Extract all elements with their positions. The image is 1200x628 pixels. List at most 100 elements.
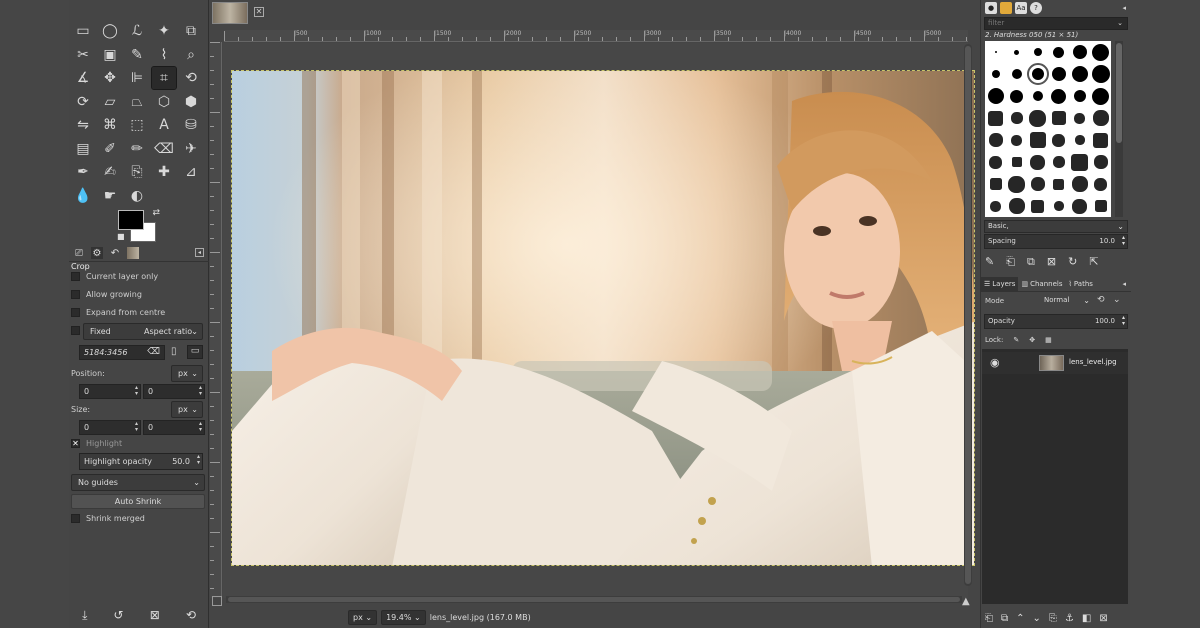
expand-from-centre-checkbox[interactable] <box>71 308 80 317</box>
vertical-ruler[interactable] <box>210 42 222 598</box>
undo-history-tab-icon[interactable]: ↶ <box>109 247 121 259</box>
brush-preview[interactable] <box>1008 175 1025 193</box>
new-layer-icon[interactable]: ⎗ <box>985 613 993 624</box>
brush-preview[interactable] <box>988 133 1003 147</box>
unit-select[interactable]: px ⌄ <box>348 610 378 625</box>
fg-bg-colors[interactable]: ⇄ ■ <box>117 208 160 242</box>
brush-preview[interactable] <box>1071 176 1088 192</box>
dock-menu-icon[interactable]: ◂ <box>1122 280 1126 288</box>
flip-icon[interactable]: ⇋ <box>71 114 95 136</box>
expand-from-centre-option[interactable]: Expand from centre <box>71 308 205 317</box>
size-unit-select[interactable]: px ⌄ <box>171 401 203 418</box>
brush-preview[interactable] <box>1093 155 1108 169</box>
paths-icon[interactable]: ✎ <box>125 44 149 66</box>
brush-preview[interactable] <box>1092 110 1109 126</box>
brush-preview[interactable] <box>1053 201 1064 211</box>
brush-scrollbar[interactable] <box>1115 41 1123 217</box>
3d-transform-icon[interactable]: ⬡ <box>152 91 176 113</box>
allow-growing-checkbox[interactable] <box>71 290 80 299</box>
spin-arrows-icon[interactable]: ▴ ▾ <box>199 421 202 433</box>
lock-position-icon[interactable]: ✥ <box>1029 336 1035 344</box>
free-select-icon[interactable]: ℒ <box>125 20 149 42</box>
brush-preview[interactable] <box>1029 109 1046 127</box>
fonts-tab-icon[interactable]: Aa <box>1015 2 1027 14</box>
foreground-select-icon[interactable]: ▣ <box>98 44 122 66</box>
vertical-scrollbar[interactable] <box>964 44 972 586</box>
brush-preview[interactable] <box>1093 132 1108 148</box>
lock-pixels-icon[interactable]: ✎ <box>1013 336 1019 344</box>
brush-preview[interactable] <box>1094 200 1107 212</box>
fixed-mode-select[interactable]: Fixed Aspect ratio ⌄ <box>83 323 203 340</box>
auto-shrink-button[interactable]: Auto Shrink <box>71 494 205 509</box>
smudge-icon[interactable]: ☛ <box>98 185 122 207</box>
brush-preview[interactable] <box>988 110 1003 126</box>
brush-preview[interactable] <box>1071 66 1088 82</box>
close-icon[interactable]: ✕ <box>254 7 264 17</box>
chevron-down-icon[interactable]: ⌄ <box>1113 295 1121 305</box>
ratio-field[interactable]: 5184:3456 ⌫ <box>79 345 165 360</box>
brush-preview[interactable] <box>989 178 1002 190</box>
perspective-icon[interactable]: ⏢ <box>125 91 149 113</box>
image-tab-thumbnail[interactable] <box>212 2 248 24</box>
move-icon[interactable]: ✥ <box>98 67 122 89</box>
tab-layers[interactable]: ☰ Layers <box>981 277 1019 291</box>
canvas-area[interactable] <box>223 43 975 598</box>
brush-preview[interactable] <box>1094 177 1107 191</box>
brush-preview[interactable] <box>1052 156 1065 168</box>
new-group-icon[interactable]: ⧉ <box>1001 613 1008 624</box>
brush-preview[interactable] <box>1010 112 1023 124</box>
spin-arrows-icon[interactable]: ▴ ▾ <box>197 454 200 466</box>
spin-arrows-icon[interactable]: ▴ ▾ <box>199 385 202 397</box>
help-tab-icon[interactable]: ? <box>1030 2 1042 14</box>
brush-preview[interactable] <box>1074 112 1085 124</box>
guides-select[interactable]: No guides ⌄ <box>71 474 205 491</box>
align-icon[interactable]: ⊫ <box>125 67 149 89</box>
brush-preview[interactable] <box>1053 178 1064 190</box>
pencil-icon[interactable]: ✏ <box>125 138 149 160</box>
highlight-opacity-slider[interactable]: Highlight opacity 50.0 ▴ ▾ <box>79 453 203 470</box>
swap-colors-icon[interactable]: ⇄ <box>152 208 160 218</box>
open-brush-icon[interactable]: ⇱ <box>1089 255 1098 269</box>
current-layer-only-option[interactable]: Current layer only <box>71 272 205 281</box>
brush-preview[interactable] <box>1030 177 1045 191</box>
measure-icon[interactable]: ∡ <box>71 67 95 89</box>
tab-paths[interactable]: ⌇ Paths <box>1065 277 1095 291</box>
new-brush-icon[interactable]: ⎗ <box>1006 255 1015 269</box>
bucket-fill-icon[interactable]: ⛁ <box>179 114 203 136</box>
brush-preview[interactable] <box>1053 46 1064 58</box>
size-w-field[interactable]: 0 ▴ ▾ <box>79 420 141 435</box>
brush-filter-input[interactable]: filter ⌄ <box>984 17 1128 30</box>
brush-preview[interactable] <box>1033 48 1042 56</box>
lock-alpha-icon[interactable]: ▦ <box>1045 336 1052 344</box>
brush-preview[interactable] <box>1030 154 1045 170</box>
delete-layer-icon[interactable]: ⊠ <box>1099 613 1107 624</box>
anchor-layer-icon[interactable]: ⚓ <box>1065 613 1074 624</box>
current-layer-only-checkbox[interactable] <box>71 272 80 281</box>
highlight-option[interactable]: ✕ Highlight <box>71 439 205 448</box>
spin-arrows-icon[interactable]: ▴ ▾ <box>135 421 138 433</box>
duplicate-layer-icon[interactable]: ⎘ <box>1049 613 1057 624</box>
brush-preview[interactable] <box>1008 198 1025 214</box>
brush-preview[interactable] <box>1026 63 1049 85</box>
save-options-icon[interactable]: ⤓ <box>82 608 87 623</box>
patterns-tab-icon[interactable] <box>1000 2 1012 14</box>
brush-preview[interactable] <box>1010 89 1023 103</box>
tool-options-tab-icon[interactable]: ⚙ <box>91 247 103 259</box>
paintbrush-icon[interactable]: ✐ <box>98 138 122 160</box>
position-y-field[interactable]: 0 ▴ ▾ <box>143 384 205 399</box>
brush-preview[interactable] <box>1014 49 1019 55</box>
reset-colors-icon[interactable]: ■ <box>117 232 125 241</box>
layer-opacity-slider[interactable]: Opacity 100.0 ▴ ▾ <box>984 314 1128 329</box>
layer-row[interactable]: ◉ lens_level.jpg <box>982 352 1128 374</box>
brush-preview[interactable] <box>1029 132 1046 148</box>
brush-preview[interactable] <box>1011 134 1022 146</box>
visibility-eye-icon[interactable]: ◉ <box>990 356 1000 369</box>
vertical-scroll-thumb[interactable] <box>965 46 971 584</box>
brush-preview[interactable] <box>1072 198 1087 214</box>
brush-preview[interactable] <box>1051 111 1066 125</box>
delete-brush-icon[interactable]: ⊠ <box>1047 255 1056 269</box>
shrink-merged-option[interactable]: Shrink merged <box>71 514 205 523</box>
mask-layer-icon[interactable]: ◧ <box>1082 613 1091 624</box>
dock-menu-icon[interactable]: ◂ <box>1122 4 1126 12</box>
brush-preview[interactable] <box>1072 45 1087 59</box>
